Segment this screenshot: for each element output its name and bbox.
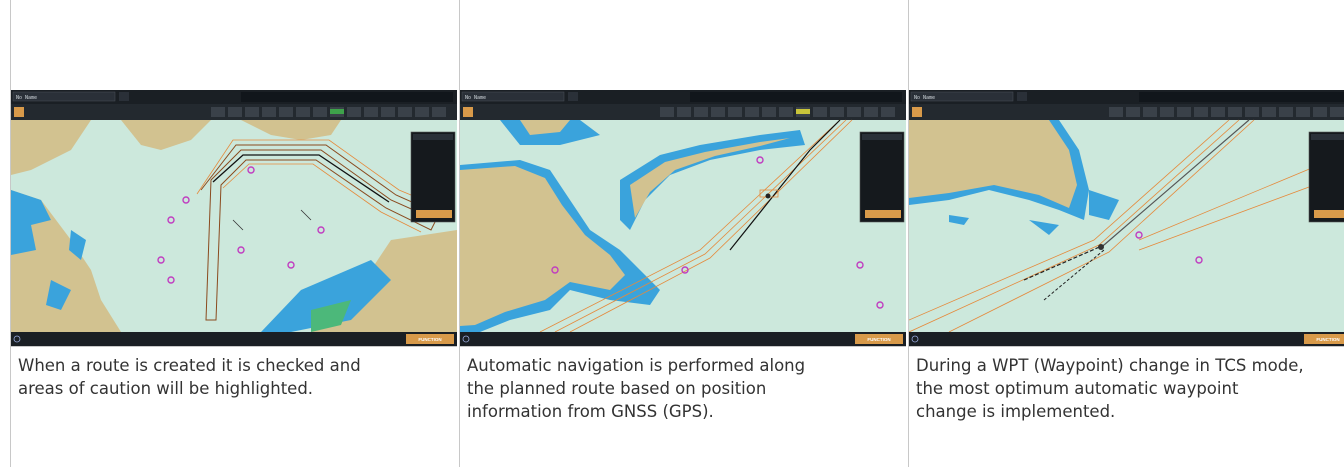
ecdis-screen-wpt-change: No Name FUNCTION bbox=[909, 90, 1344, 346]
caption-line: the most optimum automatic waypoint bbox=[916, 379, 1239, 398]
menu-icon[interactable] bbox=[14, 107, 24, 117]
function-button-label: FUNCTION bbox=[418, 337, 441, 342]
search-label[interactable]: No Name bbox=[465, 95, 486, 101]
caption-divider-3 bbox=[909, 346, 1344, 347]
caption-line: During a WPT (Waypoint) change in TCS mo… bbox=[916, 356, 1304, 375]
caption-line: When a route is created it is checked an… bbox=[18, 356, 361, 375]
caption-wpt-change: During a WPT (Waypoint) change in TCS mo… bbox=[916, 354, 1304, 423]
menu-icon[interactable] bbox=[463, 107, 473, 117]
caption-automatic-navigation: Automatic navigation is performed along … bbox=[467, 354, 805, 423]
search-label[interactable]: No Name bbox=[914, 95, 935, 101]
caption-line: change is implemented. bbox=[916, 402, 1116, 421]
menu-icon[interactable] bbox=[912, 107, 922, 117]
function-button-label: FUNCTION bbox=[1316, 337, 1339, 342]
caption-route-check: When a route is created it is checked an… bbox=[18, 354, 361, 400]
function-button-label: FUNCTION bbox=[867, 337, 890, 342]
caption-line: areas of caution will be highlighted. bbox=[18, 379, 314, 398]
caption-divider-2 bbox=[460, 346, 906, 347]
ecdis-screen-automatic-navigation: No Name FUNCTION bbox=[460, 90, 906, 346]
caption-line: information from GNSS (GPS). bbox=[467, 402, 714, 421]
search-label[interactable]: No Name bbox=[16, 95, 37, 101]
caption-line: Automatic navigation is performed along bbox=[467, 356, 806, 375]
caption-divider-1 bbox=[11, 346, 457, 347]
caption-line: the planned route based on position bbox=[467, 379, 767, 398]
ecdis-screen-route-check: No Name FUNCTION bbox=[11, 90, 457, 346]
